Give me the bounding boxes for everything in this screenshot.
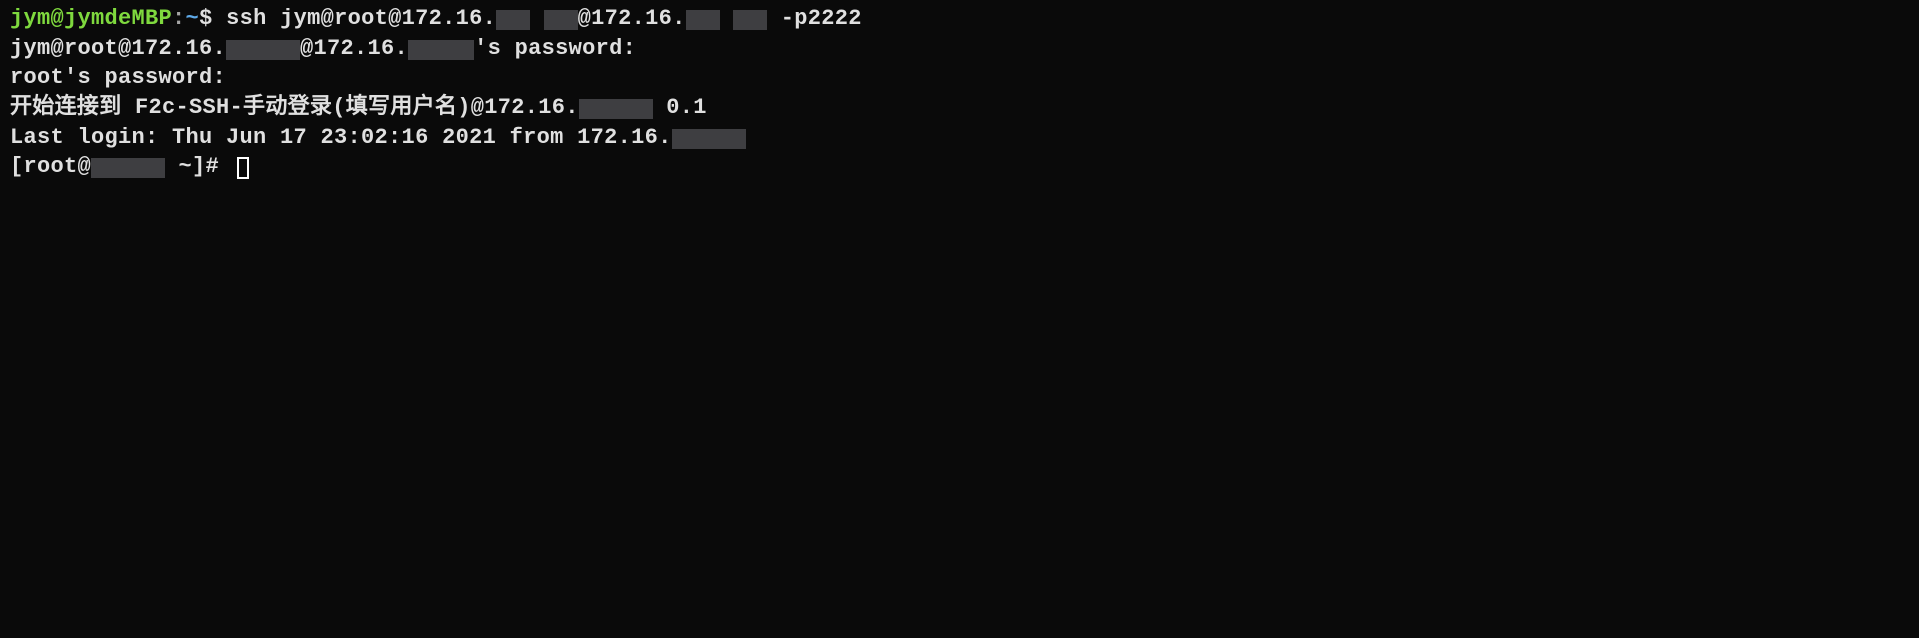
cursor[interactable]: [237, 157, 249, 179]
redacted-ip-octet: [733, 10, 767, 30]
path-tilde: ~: [186, 6, 200, 31]
redacted-hostname: [91, 158, 165, 178]
shell-prompt: [root@ ~]#: [10, 152, 1909, 182]
redacted-ip-octet: [672, 129, 746, 149]
redacted-ip-octet: [226, 40, 300, 60]
connect-message: 开始连接到 F2c-SSH-手动登录(填写用户名)@172.16. 0.1: [10, 93, 1909, 123]
user-host: jym@jymdeMBP: [10, 6, 172, 31]
redacted-ip-octet: [408, 40, 474, 60]
terminal-window[interactable]: jym@jymdeMBP:~$ ssh jym@root@172.16. @17…: [10, 4, 1909, 182]
last-login: Last login: Thu Jun 17 23:02:16 2021 fro…: [10, 123, 1909, 153]
dollar-sign: $: [199, 6, 226, 31]
colon: :: [172, 6, 186, 31]
password-prompt-1: jym@root@172.16.@172.16.'s password:: [10, 34, 1909, 64]
redacted-ip-octet: [544, 10, 578, 30]
ssh-command: ssh jym@root@172.16. @172.16. -p2222: [226, 6, 862, 31]
password-prompt-2: root's password:: [10, 63, 1909, 93]
redacted-ip-octet: [686, 10, 720, 30]
redacted-ip-octet: [496, 10, 530, 30]
redacted-ip-octet: [579, 99, 653, 119]
prompt-line-1: jym@jymdeMBP:~$ ssh jym@root@172.16. @17…: [10, 4, 1909, 34]
